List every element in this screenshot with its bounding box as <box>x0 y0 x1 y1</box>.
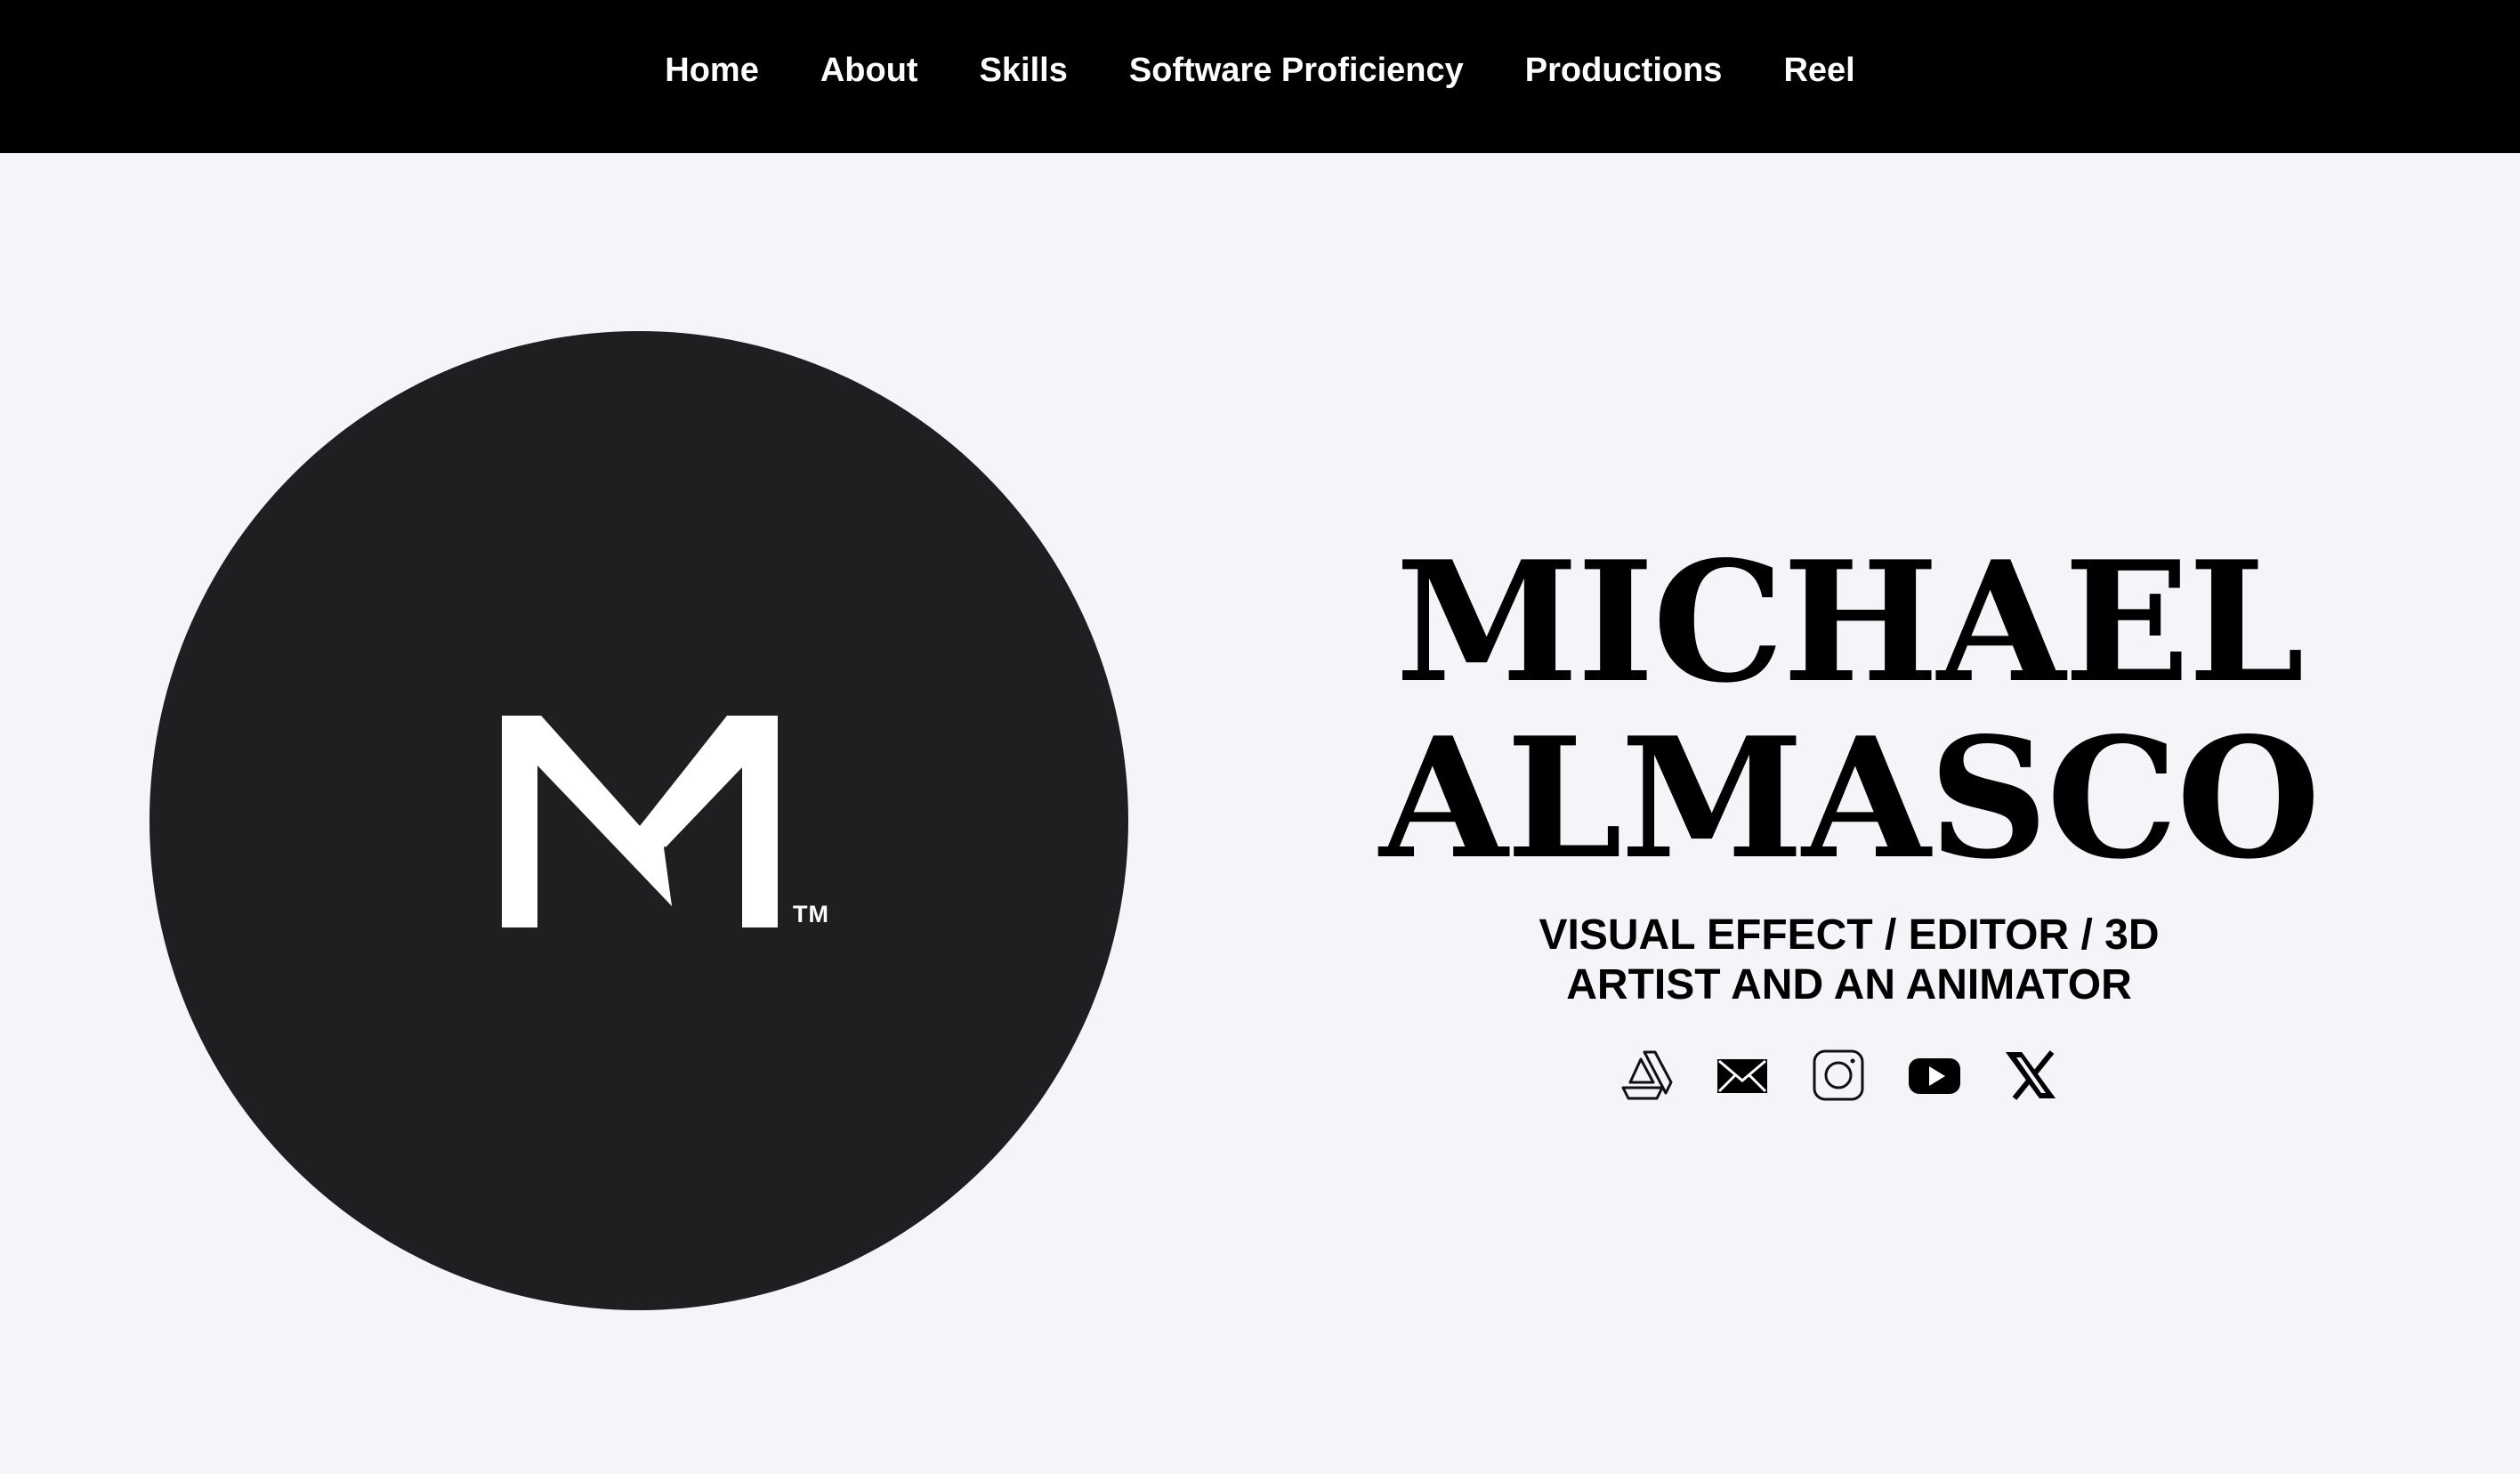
hero-name-first: MICHAEL <box>1395 524 2305 719</box>
hero-subtitle-line-1: VISUAL EFFECT / EDITOR / 3D <box>1539 911 2160 959</box>
nav-item-software-proficiency[interactable]: Software Proficiency <box>1129 52 1464 90</box>
nav-item-reel[interactable]: Reel <box>1783 52 1854 90</box>
top-navigation-bar: Home About Skills Software Proficiency P… <box>0 0 2520 153</box>
trademark-symbol: TM <box>793 901 829 927</box>
page: Home About Skills Software Proficiency P… <box>0 0 2520 1474</box>
nav-item-productions[interactable]: Productions <box>1525 52 1723 90</box>
mail-icon <box>1717 1059 1767 1093</box>
social-links <box>1618 1047 2080 1104</box>
nav-item-skills[interactable]: Skills <box>980 52 1068 90</box>
hero-subtitle-line-2: ARTIST AND AN ANIMATOR <box>1566 961 2132 1008</box>
email-link[interactable] <box>1714 1047 1771 1104</box>
hero-name-last: ALMASCO <box>1379 701 2321 895</box>
nav-item-about[interactable]: About <box>820 52 918 90</box>
hero-subtitle: VISUAL EFFECT / EDITOR / 3D ARTIST AND A… <box>1404 911 2294 1010</box>
instagram-icon <box>1813 1049 1864 1101</box>
youtube-icon <box>1909 1058 1960 1094</box>
youtube-link[interactable] <box>1906 1047 1963 1104</box>
x-icon <box>2006 1050 2056 1100</box>
x-link[interactable] <box>2002 1047 2059 1104</box>
brand-logo: TM <box>149 331 1128 1310</box>
nav-item-home[interactable]: Home <box>665 52 759 90</box>
m-monogram-icon <box>502 716 778 927</box>
artstation-icon <box>1621 1050 1673 1100</box>
hero-name: MICHAEL ALMASCO <box>1315 534 2383 887</box>
instagram-link[interactable] <box>1810 1047 1867 1104</box>
nav-menu: Home About Skills Software Proficiency P… <box>0 0 2520 141</box>
artstation-link[interactable] <box>1618 1047 1675 1104</box>
